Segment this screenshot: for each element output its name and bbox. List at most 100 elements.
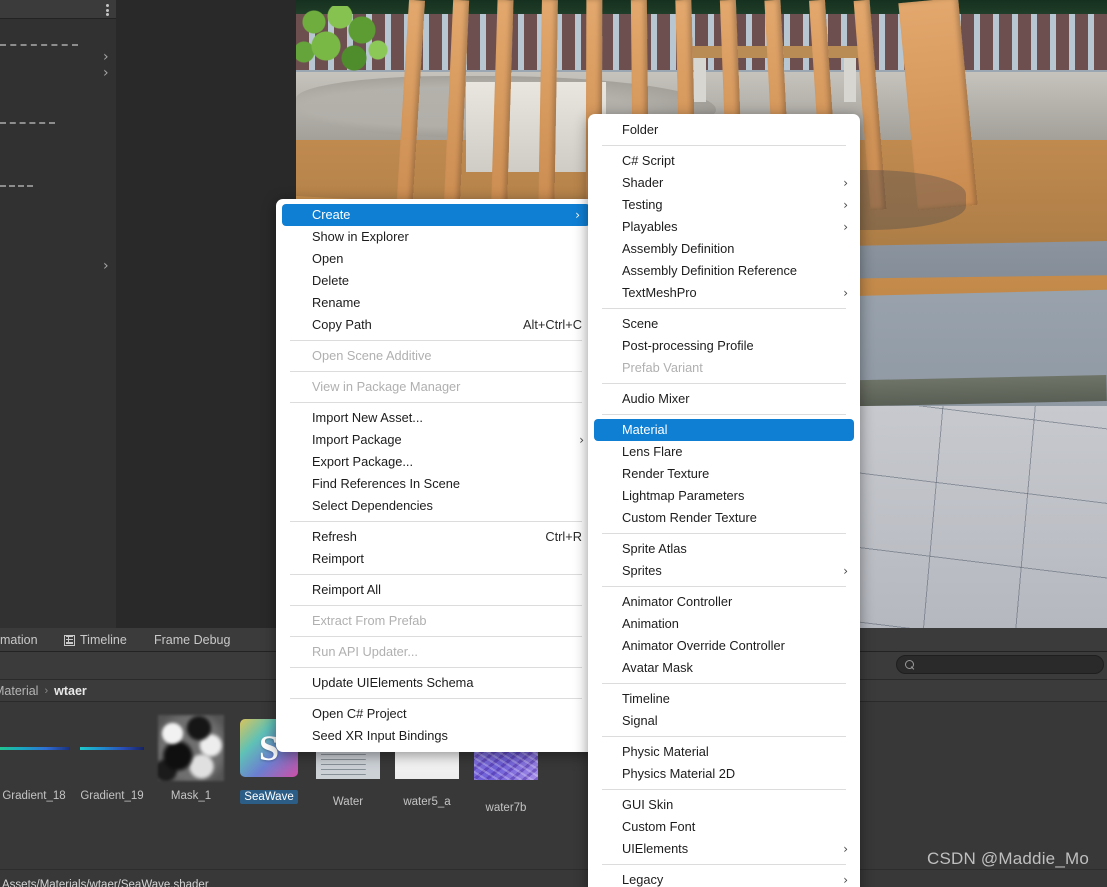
create-submenu-item[interactable]: UIElements › [588, 838, 860, 860]
create-submenu-item[interactable]: Signal [588, 710, 860, 732]
create-submenu-item[interactable]: Shader › [588, 172, 860, 194]
create-submenu-item-label: Render Texture [622, 466, 710, 481]
context-menu-item-label: Extract From Prefab [312, 613, 427, 628]
context-menu-item-label: Import Package [312, 432, 402, 447]
create-submenu-item[interactable]: Folder [588, 119, 860, 141]
context-menu-item[interactable]: Rename [276, 292, 596, 314]
create-submenu-item[interactable]: Lightmap Parameters [588, 485, 860, 507]
create-submenu-item-label: Post-processing Profile [622, 338, 754, 353]
context-menu-item-label: Select Dependencies [312, 498, 433, 513]
create-submenu-item[interactable]: GUI Skin [588, 794, 860, 816]
create-submenu-item-label: Sprite Atlas [622, 541, 687, 556]
asset-context-menu[interactable]: Create › Show in Explorer Open Delete Rename C… [276, 199, 596, 752]
asset-item[interactable]: Mask_1 [155, 712, 227, 802]
create-submenu-item[interactable]: Animation [588, 613, 860, 635]
tab-frame-debug[interactable]: Frame Debug [146, 628, 238, 652]
create-submenu-item[interactable]: Scene [588, 313, 860, 335]
asset-label: SeaWave [240, 790, 298, 804]
context-menu-item[interactable]: Copy Path Alt+Ctrl+C [276, 314, 596, 336]
chevron-right-icon[interactable]: › [103, 50, 109, 64]
context-menu-item[interactable]: Create › [282, 204, 590, 226]
context-menu-separator [290, 371, 582, 372]
tab-timeline[interactable]: Timeline [56, 628, 135, 652]
context-menu-item[interactable]: Import Package › [276, 429, 596, 451]
create-submenu-item[interactable]: Audio Mixer [588, 388, 860, 410]
create-submenu-item[interactable]: Physics Material 2D [588, 763, 860, 785]
context-menu-item[interactable]: Refresh Ctrl+R [276, 526, 596, 548]
create-submenu-item[interactable]: Assembly Definition [588, 238, 860, 260]
create-submenu-item-label: Lens Flare [622, 444, 683, 459]
create-submenu-separator [602, 145, 846, 146]
context-menu-item[interactable]: Show in Explorer [276, 226, 596, 248]
create-submenu-item[interactable]: Playables › [588, 216, 860, 238]
chevron-right-icon: › [575, 208, 580, 222]
context-menu-item-label: Export Package... [312, 454, 414, 469]
context-menu-separator [290, 340, 582, 341]
create-submenu-item[interactable]: Timeline [588, 688, 860, 710]
create-submenu-item-label: Folder [622, 122, 659, 137]
context-menu-item-label: Reimport All [312, 582, 381, 597]
create-submenu-item[interactable]: Animator Controller [588, 591, 860, 613]
context-menu-item-label: Refresh [312, 529, 357, 544]
context-menu-item[interactable]: Seed XR Input Bindings [276, 725, 596, 747]
context-menu-item-label: Find References In Scene [312, 476, 460, 491]
create-submenu-item[interactable]: Sprite Atlas [588, 538, 860, 560]
context-menu-item[interactable]: Reimport [276, 548, 596, 570]
create-submenu-item[interactable]: Render Texture [588, 463, 860, 485]
asset-item[interactable]: Gradient_19 [76, 712, 148, 802]
context-menu-item[interactable]: Import New Asset... [276, 407, 596, 429]
context-menu-item-label: Create [312, 207, 351, 222]
create-submenu-item-label: Animator Override Controller [622, 638, 785, 653]
context-menu-item-label: Update UIElements Schema [312, 675, 474, 690]
create-submenu-item-label: Assembly Definition Reference [622, 263, 797, 278]
mask-texture-icon [158, 715, 224, 781]
create-submenu-separator [602, 533, 846, 534]
context-menu-item[interactable]: Delete [276, 270, 596, 292]
left-inspector-panel: › › › [0, 0, 116, 628]
breadcrumb-current[interactable]: wtaer [54, 684, 87, 698]
search-input[interactable] [919, 658, 1099, 671]
kebab-menu-icon[interactable] [106, 4, 109, 16]
create-submenu-item[interactable]: Assembly Definition Reference [588, 260, 860, 282]
chevron-right-icon[interactable]: › [103, 259, 109, 273]
create-submenu-item: Prefab Variant [588, 357, 860, 379]
create-submenu-item[interactable]: Post-processing Profile [588, 335, 860, 357]
create-submenu-item[interactable]: Material [594, 419, 854, 441]
create-submenu-item[interactable]: C# Script [588, 150, 860, 172]
context-menu-item[interactable]: Select Dependencies [276, 495, 596, 517]
create-submenu-item[interactable]: Lens Flare [588, 441, 860, 463]
create-submenu-item[interactable]: Avatar Mask [588, 657, 860, 679]
create-submenu-item-label: C# Script [622, 153, 675, 168]
create-submenu-item[interactable]: TextMeshPro › [588, 282, 860, 304]
create-submenu-separator [602, 586, 846, 587]
context-menu-item-label: Run API Updater... [312, 644, 418, 659]
chevron-right-icon[interactable]: › [103, 66, 109, 80]
context-menu-item[interactable]: Open [276, 248, 596, 270]
create-submenu-item[interactable]: Testing › [588, 194, 860, 216]
asset-item[interactable]: Gradient_18 [0, 712, 70, 802]
create-submenu-item[interactable]: Sprites › [588, 560, 860, 582]
create-submenu-separator [602, 864, 846, 865]
create-submenu-item-label: Sprites [622, 563, 662, 578]
tab-animation[interactable]: mation [0, 628, 46, 652]
create-submenu-item[interactable]: Physic Material [588, 741, 860, 763]
context-menu-item[interactable]: Open C# Project [276, 703, 596, 725]
gradient-texture-icon [0, 746, 70, 750]
context-menu-item[interactable]: Find References In Scene [276, 473, 596, 495]
context-menu-item[interactable]: Reimport All [276, 579, 596, 601]
create-submenu-item[interactable]: Custom Font [588, 816, 860, 838]
foliage-bush [296, 6, 406, 74]
search-box[interactable] [896, 655, 1104, 674]
create-submenu-item[interactable]: Legacy › [588, 869, 860, 887]
asset-label: Mask_1 [170, 790, 212, 802]
tab-label: Timeline [80, 633, 127, 647]
breadcrumb-root[interactable]: Material [0, 684, 38, 698]
create-submenu-item[interactable]: Custom Render Texture [588, 507, 860, 529]
create-submenu-item[interactable]: Animator Override Controller [588, 635, 860, 657]
context-menu-item[interactable]: Export Package... [276, 451, 596, 473]
chevron-right-icon: › [843, 842, 848, 856]
tab-label: Frame Debug [154, 633, 231, 647]
context-menu-item[interactable]: Update UIElements Schema [276, 672, 596, 694]
context-menu-item: Run API Updater... [276, 641, 596, 663]
create-submenu[interactable]: Folder C# Script Shader › Testing › Playables ›… [588, 114, 860, 887]
